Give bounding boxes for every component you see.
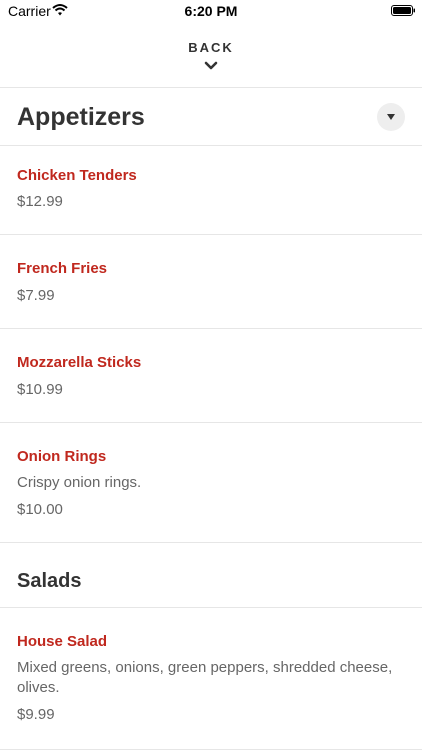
menu-item[interactable]: Chicken Tenders $12.99 — [0, 146, 422, 235]
item-price: $9.99 — [17, 706, 55, 723]
menu-item[interactable]: Mozzarella Sticks $10.99 — [0, 329, 422, 423]
item-name: Onion Rings — [17, 448, 107, 465]
section-header-salads: Salads — [0, 543, 422, 608]
item-price: $10.00 — [17, 501, 63, 518]
menu-item[interactable]: House Salad Mixed greens, onions, green … — [0, 608, 422, 750]
item-name: House Salad — [17, 633, 108, 650]
back-label: BACK — [188, 40, 234, 55]
item-name: Chicken Tenders — [17, 167, 137, 184]
section-dropdown-button[interactable] — [377, 103, 405, 131]
item-price: $12.99 — [17, 193, 63, 210]
caret-down-icon — [387, 114, 395, 120]
item-price: $10.99 — [17, 381, 63, 398]
item-name: Mozzarella Sticks — [17, 354, 142, 371]
chevron-down-icon — [204, 61, 218, 70]
menu-item[interactable]: French Fries $7.99 — [0, 235, 422, 329]
clock: 6:20 PM — [184, 3, 238, 19]
battery-icon — [391, 5, 415, 16]
section-header-appetizers: Appetizers — [0, 89, 422, 146]
item-name: French Fries — [17, 260, 108, 277]
section-title: Salads — [17, 570, 82, 592]
item-description: Mixed greens, onions, green peppers, shr… — [17, 659, 393, 696]
item-price: $7.99 — [17, 287, 55, 304]
back-button[interactable]: BACK — [0, 22, 422, 88]
item-description: Crispy onion rings. — [17, 474, 142, 491]
status-bar: Carrier 6:20 PM — [0, 0, 422, 22]
section-title: Appetizers — [17, 103, 145, 131]
menu-item[interactable]: Onion Rings Crispy onion rings. $10.00 — [0, 423, 422, 543]
